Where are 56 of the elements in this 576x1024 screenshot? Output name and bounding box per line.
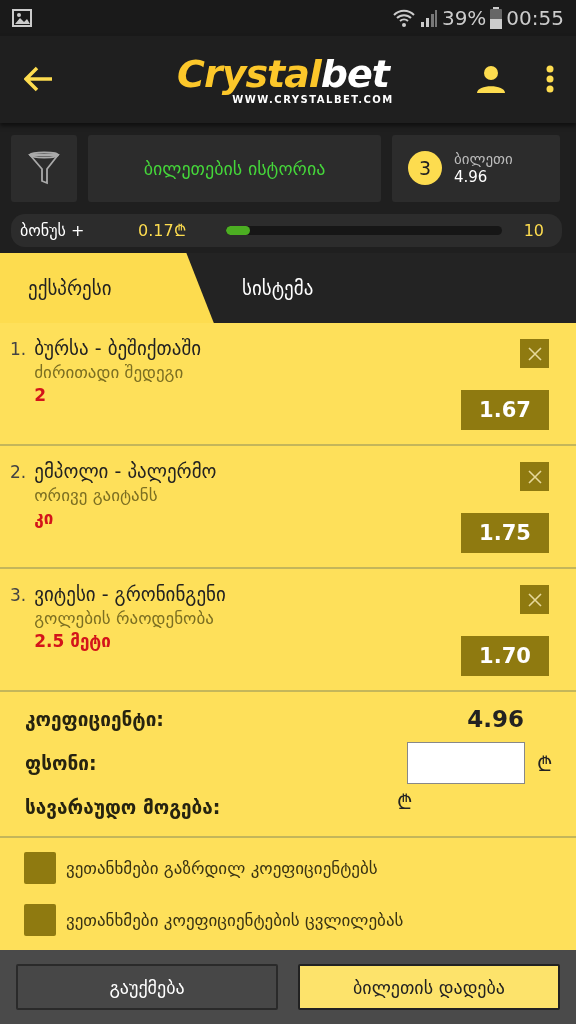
market-name: ორივე გაიტანს (34, 485, 159, 506)
bonus-amount: 0.17₾ (138, 220, 186, 242)
odds-value: 1.75 (461, 513, 549, 554)
bet-number: 1. (10, 338, 27, 362)
tab[interactable]: სისტემა (214, 252, 314, 324)
bet-pick: 2 (34, 385, 48, 406)
close-icon (527, 346, 542, 361)
bet-number: 3. (10, 584, 27, 608)
checkbox-label: ვეთანხმები გაზრდილ კოეფიციენტებს (66, 858, 378, 878)
ticket-history-button[interactable]: ბილეთების ისტორია (88, 134, 381, 202)
close-icon (527, 592, 542, 607)
match-name: ვიტესი - გრონინგენი (34, 583, 226, 606)
clock: 00:55 (506, 6, 564, 31)
place-bet-button[interactable]: ბილეთის დადება (298, 964, 560, 1010)
bonus-label: ბონუს + (20, 220, 86, 240)
filter-button[interactable] (11, 134, 77, 202)
remove-button[interactable] (520, 585, 549, 615)
match-name: ბურსა - ბეშიქთაში (34, 337, 202, 360)
currency-sign: ₾ (397, 788, 412, 815)
tab[interactable]: ექსპრესი (0, 252, 214, 324)
bonus-target: 10 (523, 220, 544, 240)
remove-button[interactable] (520, 339, 549, 369)
bet-number: 2. (10, 461, 27, 485)
checkbox-label: ვეთანხმები კოეფიციენტების ცვლილებას (66, 910, 404, 930)
odds-value: 1.67 (461, 390, 549, 431)
checkbox[interactable] (24, 904, 56, 936)
market-name: ძირითადი შედეგი (34, 362, 185, 383)
filter-icon (28, 151, 60, 186)
total-odds-label: კოეფიციენტი: (25, 708, 165, 730)
ticket-label: ბილეთი (454, 150, 513, 169)
currency-sign: ₾ (537, 750, 552, 777)
bet-pick: კი (34, 508, 55, 529)
potential-win-label: სავარაუდო მოგება: (25, 796, 221, 818)
signal-icon (419, 8, 438, 29)
stake-input-field[interactable] (407, 742, 525, 784)
wifi-icon (391, 8, 416, 29)
image-icon (12, 9, 32, 28)
ticket-count-badge: 3 (408, 151, 442, 186)
match-name: ემპოლი - პალერმო (34, 460, 217, 483)
odds-value: 1.70 (461, 636, 549, 676)
ticket-odds: 4.96 (454, 168, 489, 187)
user-icon[interactable] (476, 64, 506, 95)
remove-button[interactable] (520, 462, 549, 492)
stake-label: ფსონი: (25, 752, 98, 774)
battery-percent: 39% (441, 6, 487, 31)
ticket-summary-card[interactable]: 3 ბილეთი 4.96 (392, 134, 560, 202)
menu-icon[interactable] (546, 65, 554, 94)
market-name: გოლების რაოდენობა (34, 608, 215, 629)
total-odds-value: 4.96 (467, 706, 524, 732)
battery-icon (490, 7, 503, 30)
checkbox[interactable] (24, 852, 56, 884)
bet-pick: 2.5 მეტი (34, 631, 112, 652)
logo: Crystalbet WWW.CRYSTALBET.COM (176, 53, 395, 105)
cancel-button[interactable]: გაუქმება (16, 964, 278, 1010)
back-arrow-icon[interactable] (24, 66, 54, 93)
close-icon (527, 469, 542, 484)
